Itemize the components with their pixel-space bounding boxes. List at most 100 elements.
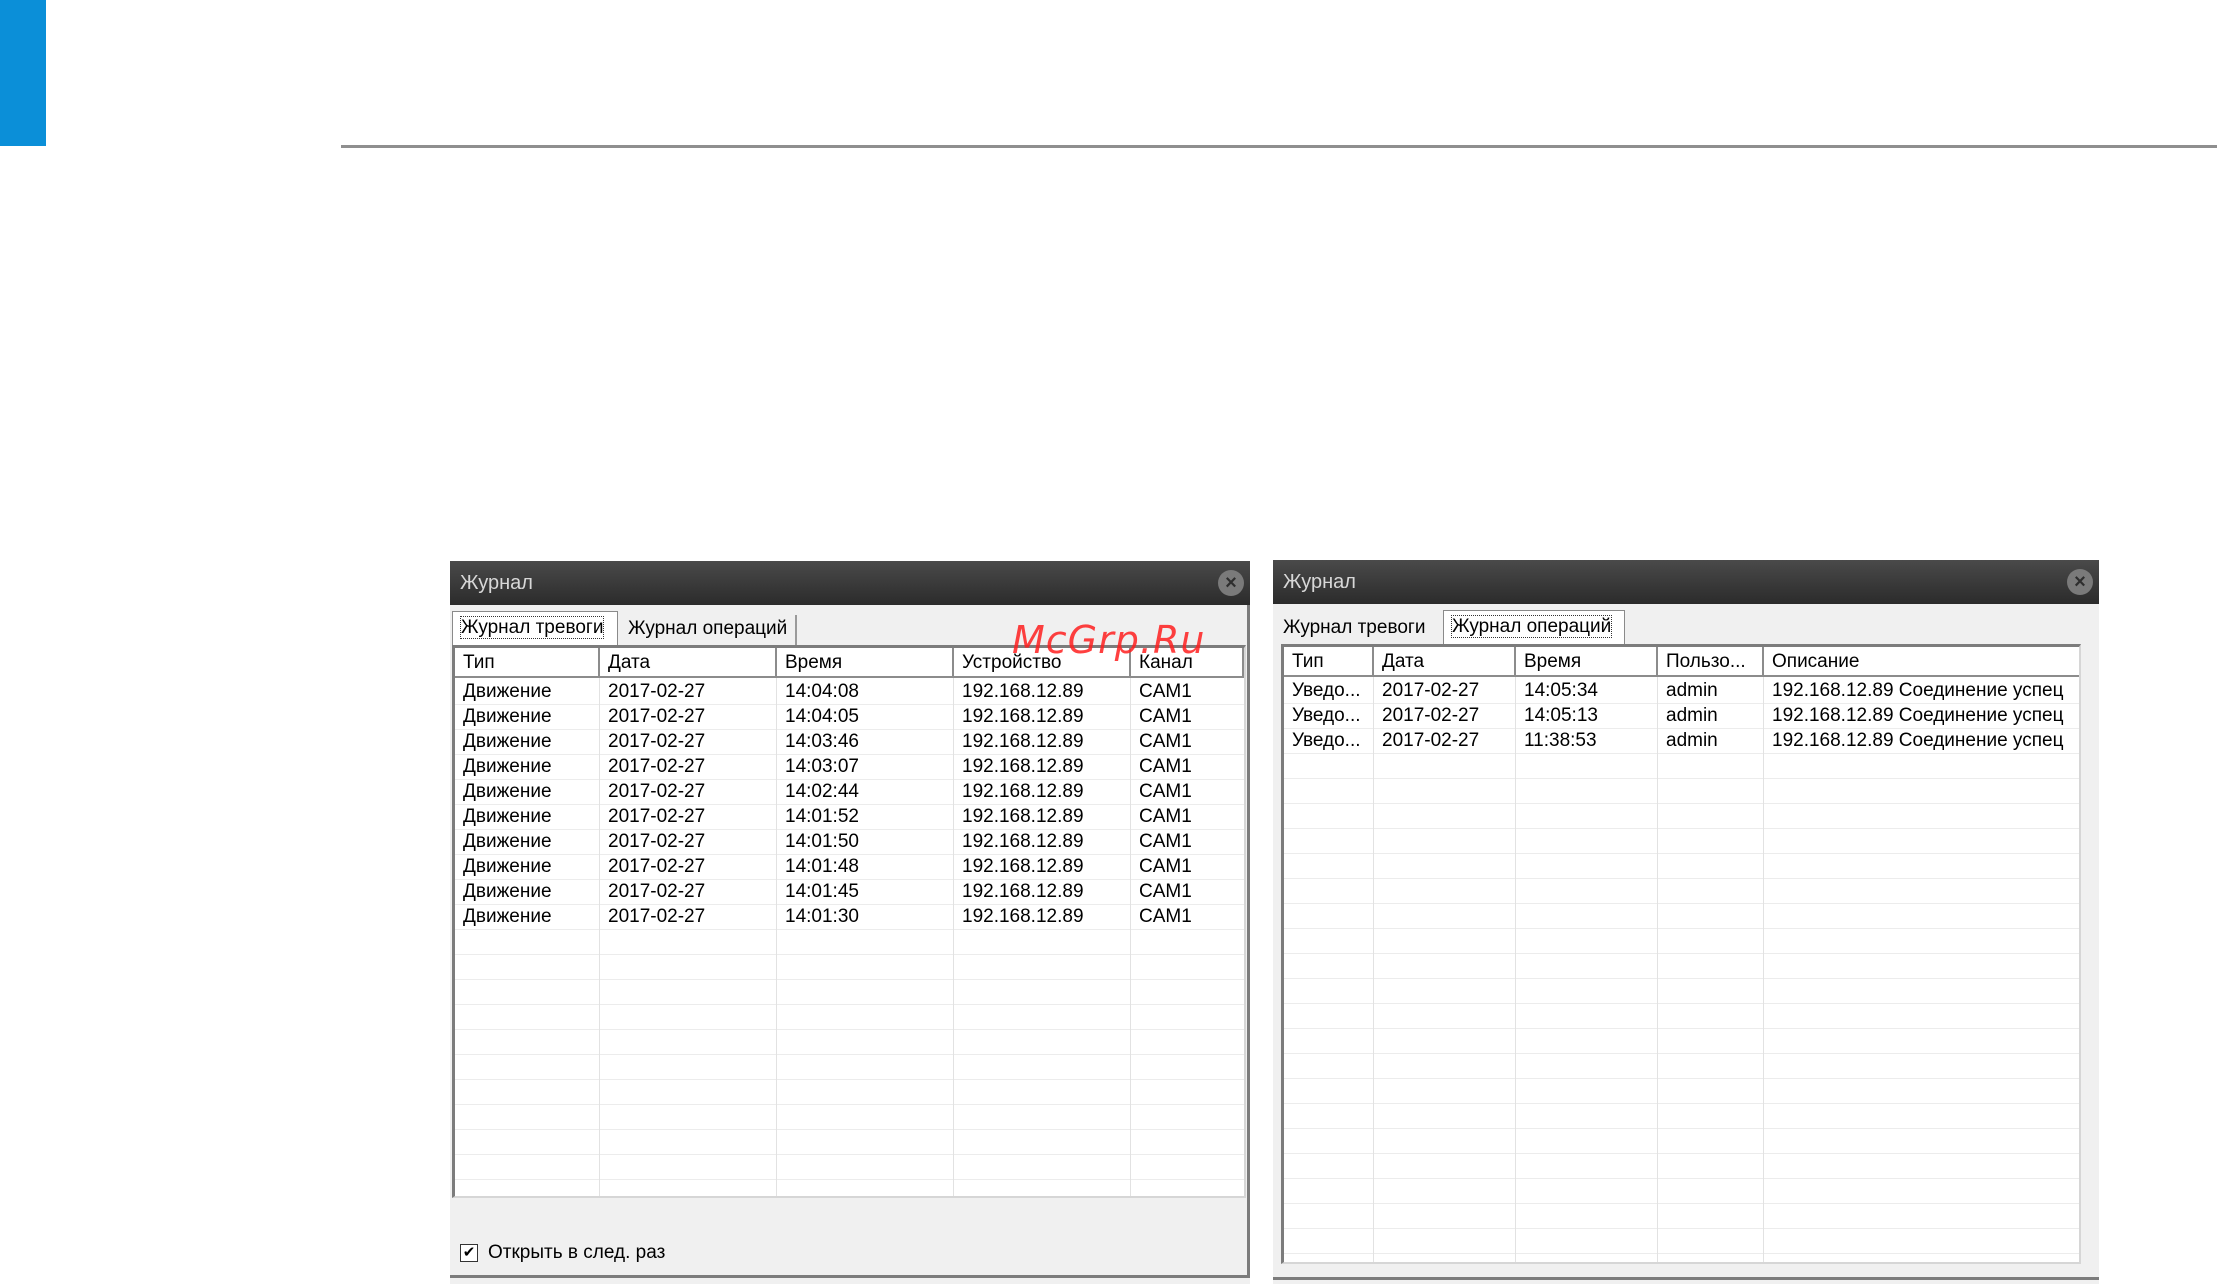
table-row[interactable]: Движение 2017-02-27 14:04:05 192.168.12.89 C… — [455, 704, 1244, 729]
table-row[interactable]: Уведо... 2017-02-27 11:38:53 admin 192.168.1… — [1284, 728, 2079, 753]
cell-device: 192.168.12.89 — [962, 756, 1084, 777]
cell-date: 2017-02-27 — [608, 706, 706, 727]
tab-alarm-log[interactable]: Журнал тревоги — [1275, 614, 1434, 644]
journal-window-alarms: Журнал × Журнал тревоги Журнал операций … — [450, 561, 1250, 1284]
grid-line — [1515, 677, 1516, 1262]
table-row[interactable]: Движение 2017-02-27 14:01:50 192.168.12.89 C… — [455, 829, 1244, 854]
grid-line — [455, 754, 1244, 755]
grid-line — [599, 678, 600, 1196]
journal-window-operations: Журнал × Журнал тревоги Журнал операций … — [1273, 560, 2099, 1284]
operations-log-table[interactable]: Тип Дата Время Пользо... Описание Уведо.… — [1281, 644, 2081, 1264]
table-row[interactable]: Движение 2017-02-27 14:02:44 192.168.12.89 C… — [455, 779, 1244, 804]
grid-line — [455, 954, 1244, 955]
cell-channel: CAM1 — [1139, 881, 1192, 902]
cell-time: 14:05:34 — [1524, 680, 1598, 701]
table-row[interactable]: Движение 2017-02-27 14:04:08 192.168.12.89 C… — [455, 679, 1244, 704]
cell-channel: CAM1 — [1139, 831, 1192, 852]
column-header-user[interactable]: Пользо... — [1658, 647, 1764, 675]
window-title-bar: Журнал — [450, 561, 1250, 605]
window-border — [1273, 1277, 2099, 1280]
table-row[interactable]: Уведо... 2017-02-27 14:05:34 admin 192.168.1… — [1284, 678, 2079, 703]
column-header-date[interactable]: Дата — [600, 648, 777, 676]
cell-device: 192.168.12.89 — [962, 831, 1084, 852]
cell-type: Уведо... — [1292, 705, 1361, 726]
cell-device: 192.168.12.89 — [962, 681, 1084, 702]
cell-type: Движение — [463, 881, 552, 902]
alarm-log-table[interactable]: Тип Дата Время Устройство Канал Движение… — [452, 645, 1246, 1198]
tab-operations-log[interactable]: Журнал операций — [620, 615, 798, 645]
grid-line — [776, 678, 777, 1196]
grid-line — [1284, 1053, 2079, 1054]
cell-type: Движение — [463, 731, 552, 752]
table-row[interactable]: Движение 2017-02-27 14:01:48 192.168.12.89 C… — [455, 854, 1244, 879]
cell-channel: CAM1 — [1139, 806, 1192, 827]
table-row[interactable]: Движение 2017-02-27 14:03:46 192.168.12.89 C… — [455, 729, 1244, 754]
close-icon[interactable]: × — [1218, 570, 1244, 596]
watermark: McGrp.Ru — [1012, 618, 1206, 662]
cell-type: Движение — [463, 856, 552, 877]
cell-date: 2017-02-27 — [608, 731, 706, 752]
cell-description: 192.168.12.89 Соединение успец — [1772, 680, 2064, 701]
cell-time: 14:04:08 — [785, 681, 859, 702]
grid-line — [1657, 677, 1658, 1262]
grid-line — [1284, 928, 2079, 929]
table-row[interactable]: Движение 2017-02-27 14:01:30 192.168.12.89 C… — [455, 904, 1244, 929]
grid-line — [1284, 1028, 2079, 1029]
window-title-bar: Журнал — [1273, 560, 2099, 604]
grid-line — [1130, 678, 1131, 1196]
grid-line — [455, 854, 1244, 855]
grid-line — [1284, 828, 2079, 829]
cell-description: 192.168.12.89 Соединение успец — [1772, 730, 2064, 751]
table-row[interactable]: Уведо... 2017-02-27 14:05:13 admin 192.168.1… — [1284, 703, 2079, 728]
column-header-date[interactable]: Дата — [1374, 647, 1516, 675]
column-header-type[interactable]: Тип — [1284, 647, 1374, 675]
cell-time: 14:03:46 — [785, 731, 859, 752]
open-next-time-option[interactable]: ✔ Открыть в след. раз — [460, 1242, 665, 1264]
open-next-time-label: Открыть в след. раз — [488, 1242, 666, 1263]
column-header-time[interactable]: Время — [777, 648, 954, 676]
column-header-type[interactable]: Тип — [455, 648, 600, 676]
grid-line — [1284, 1253, 2079, 1254]
cell-device: 192.168.12.89 — [962, 906, 1084, 927]
grid-line — [455, 879, 1244, 880]
cell-date: 2017-02-27 — [608, 831, 706, 852]
cell-date: 2017-02-27 — [608, 856, 706, 877]
grid-line — [455, 1029, 1244, 1030]
cell-user: admin — [1666, 680, 1718, 701]
tab-operations-log[interactable]: Журнал операций — [1443, 610, 1625, 644]
grid-line — [1284, 753, 2079, 754]
cell-time: 14:03:07 — [785, 756, 859, 777]
open-next-time-checkbox[interactable]: ✔ — [460, 1244, 478, 1262]
grid-line — [1284, 903, 2079, 904]
tab-alarm-log[interactable]: Журнал тревоги — [452, 611, 618, 645]
cell-time: 14:05:13 — [1524, 705, 1598, 726]
close-icon[interactable]: × — [2067, 569, 2093, 595]
grid-line — [1284, 1153, 2079, 1154]
grid-line — [455, 979, 1244, 980]
cell-type: Движение — [463, 831, 552, 852]
cell-type: Движение — [463, 806, 552, 827]
grid-line — [1284, 728, 2079, 729]
grid-line — [455, 1129, 1244, 1130]
column-header-time[interactable]: Время — [1516, 647, 1658, 675]
grid-line — [455, 704, 1244, 705]
cell-channel: CAM1 — [1139, 731, 1192, 752]
column-header-description[interactable]: Описание — [1764, 647, 2079, 675]
grid-line — [455, 779, 1244, 780]
grid-line — [455, 929, 1244, 930]
table-row[interactable]: Движение 2017-02-27 14:03:07 192.168.12.89 C… — [455, 754, 1244, 779]
cell-date: 2017-02-27 — [608, 756, 706, 777]
table-row[interactable]: Движение 2017-02-27 14:01:45 192.168.12.89 C… — [455, 879, 1244, 904]
grid-line — [1284, 778, 2079, 779]
table-body: Уведо... 2017-02-27 14:05:34 admin 192.168.1… — [1284, 678, 2079, 753]
cell-type: Уведо... — [1292, 730, 1361, 751]
cell-user: admin — [1666, 705, 1718, 726]
cell-device: 192.168.12.89 — [962, 706, 1084, 727]
cell-type: Движение — [463, 906, 552, 927]
cell-device: 192.168.12.89 — [962, 731, 1084, 752]
cell-time: 14:01:48 — [785, 856, 859, 877]
grid-line — [455, 904, 1244, 905]
table-row[interactable]: Движение 2017-02-27 14:01:52 192.168.12.89 C… — [455, 804, 1244, 829]
cell-type: Уведо... — [1292, 680, 1361, 701]
grid-line — [455, 729, 1244, 730]
